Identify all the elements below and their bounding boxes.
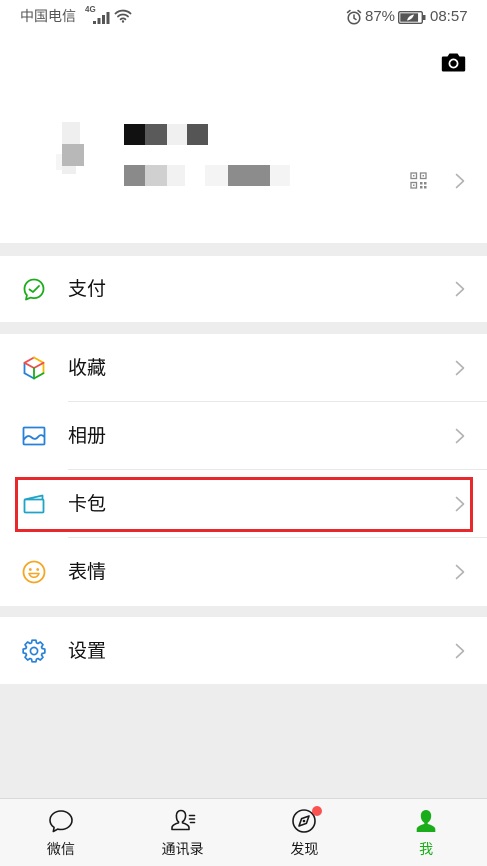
menu-item-favorites[interactable]: 收藏 xyxy=(0,334,487,402)
tab-label: 通讯录 xyxy=(161,842,204,858)
tab-me[interactable]: 我 xyxy=(365,799,487,866)
camera-icon[interactable] xyxy=(441,52,466,72)
pixel-block xyxy=(62,144,84,166)
chevron-right-icon xyxy=(455,173,465,189)
pixel-block xyxy=(124,124,145,145)
menu-item-label: 收藏 xyxy=(68,357,107,379)
stickers-icon xyxy=(21,559,47,585)
avatar[interactable] xyxy=(54,118,88,176)
chats-icon xyxy=(47,807,75,835)
pixel-block xyxy=(270,165,290,186)
tab-discover[interactable]: 发现 xyxy=(244,799,366,866)
chevron-right-icon xyxy=(455,360,465,376)
pixel-block xyxy=(124,165,145,186)
tab-contacts[interactable]: 通讯录 xyxy=(122,799,244,866)
qr-code-icon[interactable] xyxy=(410,172,427,189)
menu-item-label: 卡包 xyxy=(68,493,107,515)
menu-item-album[interactable]: 相册 xyxy=(0,402,487,470)
pixel-block xyxy=(167,124,187,145)
contacts-icon xyxy=(169,807,197,835)
wechat-id-redacted xyxy=(124,165,290,186)
empty-area xyxy=(0,684,487,798)
me-page: 中国电信 4G 87% 08:57 支付 收藏 相册 卡包 表情 设置 微信 通… xyxy=(0,0,487,866)
wechat-pay-icon xyxy=(21,276,47,302)
menu-item-card-package[interactable]: 卡包 xyxy=(0,470,487,538)
chevron-right-icon xyxy=(455,643,465,659)
menu-group-settings: 设置 xyxy=(0,617,487,684)
battery-percent: 87% xyxy=(365,8,396,25)
menu-item-label: 设置 xyxy=(68,639,107,662)
menu-item-label: 支付 xyxy=(68,278,107,300)
status-bar: 中国电信 4G 87% 08:57 xyxy=(0,0,487,34)
tab-label: 发现 xyxy=(290,842,319,858)
tab-label: 我 xyxy=(419,842,434,858)
pixel-block xyxy=(187,124,208,145)
wifi-icon xyxy=(114,8,132,23)
menu-item-settings[interactable]: 设置 xyxy=(0,617,487,684)
nickname-redacted xyxy=(124,124,208,145)
pixel-block xyxy=(205,165,228,186)
signal-icon xyxy=(93,11,110,24)
pixel-block xyxy=(62,122,80,144)
pixel-block xyxy=(56,154,62,170)
chevron-right-icon xyxy=(455,281,465,297)
profile-header[interactable] xyxy=(0,34,487,243)
pixel-block xyxy=(228,165,270,186)
tab-label: 微信 xyxy=(46,842,75,858)
discover-icon xyxy=(290,806,323,835)
card-package-icon xyxy=(21,491,47,517)
bottom-tab-bar: 微信 通讯录 发现 我 xyxy=(0,798,487,866)
battery-icon xyxy=(397,10,426,25)
menu-item-pay[interactable]: 支付 xyxy=(0,256,487,322)
chevron-right-icon xyxy=(455,496,465,512)
carrier-label: 中国电信 xyxy=(20,9,76,25)
me-icon xyxy=(412,807,440,835)
settings-icon xyxy=(21,638,47,664)
menu-group-pay: 支付 xyxy=(0,256,487,322)
notification-dot xyxy=(312,806,323,816)
menu-group-main: 收藏 相册 卡包 表情 xyxy=(0,334,487,606)
alarm-icon xyxy=(346,9,362,25)
chevron-right-icon xyxy=(455,564,465,580)
pixel-block xyxy=(62,166,76,174)
tab-chats[interactable]: 微信 xyxy=(0,799,122,866)
menu-item-label: 表情 xyxy=(68,561,107,583)
pixel-block xyxy=(145,165,167,186)
pixel-block xyxy=(145,124,167,145)
album-icon xyxy=(21,423,47,449)
menu-item-label: 相册 xyxy=(68,425,107,447)
clock-time: 08:57 xyxy=(430,8,468,25)
pixel-block xyxy=(167,165,185,186)
menu-item-stickers[interactable]: 表情 xyxy=(0,538,487,606)
chevron-right-icon xyxy=(455,428,465,444)
favorites-icon xyxy=(21,355,47,381)
